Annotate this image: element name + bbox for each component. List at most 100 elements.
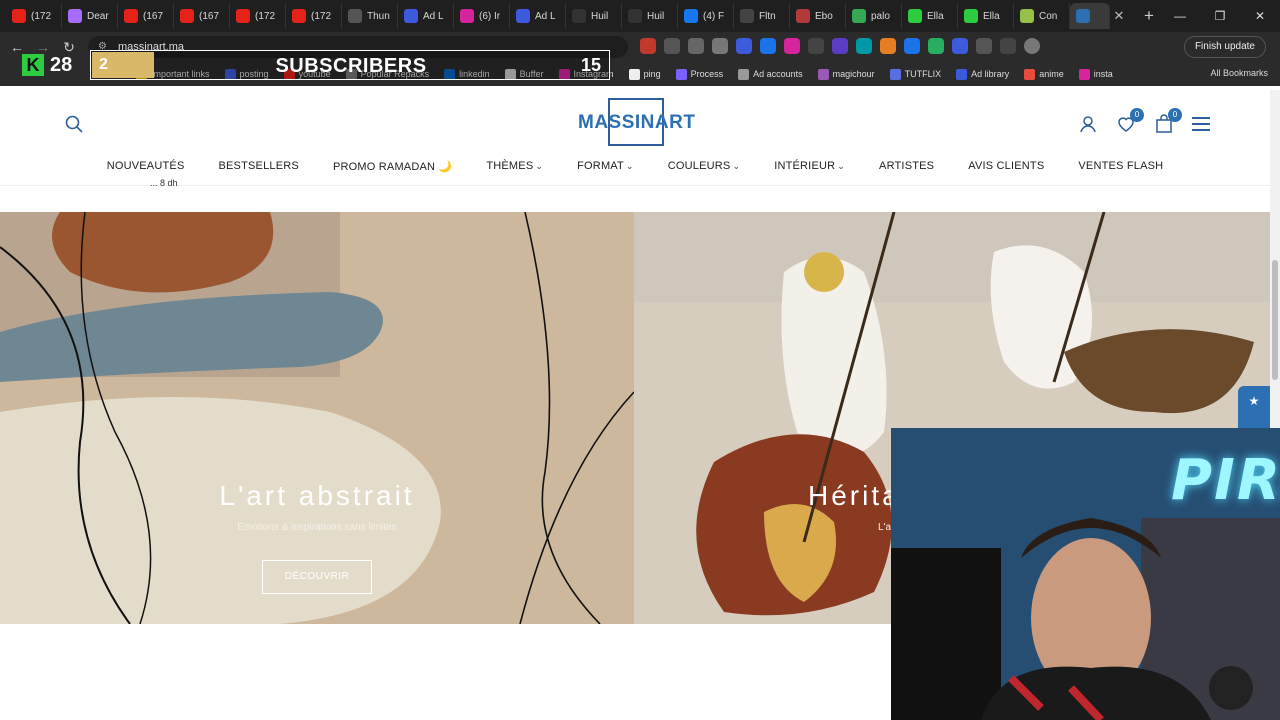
- tab-label: Ebo: [815, 10, 833, 22]
- close-tab-icon[interactable]: ✕: [1110, 8, 1128, 24]
- tab-favicon-icon: [852, 9, 866, 23]
- nav-item[interactable]: ARTISTES: [879, 160, 934, 173]
- nav-item-label: AVIS CLIENTS: [968, 160, 1045, 172]
- tab-label: Con: [1039, 10, 1058, 22]
- bookmark-item[interactable]: insta: [1078, 68, 1113, 80]
- extension-icon[interactable]: [784, 38, 800, 54]
- cart-button[interactable]: 0: [1154, 108, 1182, 134]
- browser-tab[interactable]: Ella: [902, 3, 958, 29]
- browser-tab[interactable]: palo: [846, 3, 902, 29]
- site-logo[interactable]: MASSINART: [578, 98, 696, 148]
- browser-tab[interactable]: (167: [174, 3, 230, 29]
- nav-item[interactable]: THÈMES ⌄: [486, 160, 543, 173]
- tab-label: (172: [31, 10, 52, 22]
- active-tab[interactable]: [1070, 3, 1110, 29]
- panel-title: Hérita: [808, 480, 901, 511]
- tab-label: Dear: [87, 10, 109, 22]
- nav-item[interactable]: INTÉRIEUR ⌄: [774, 160, 845, 173]
- extension-icon[interactable]: [904, 38, 920, 54]
- browser-tab[interactable]: Ebo: [790, 3, 846, 29]
- extension-icon[interactable]: [736, 38, 752, 54]
- account-icon[interactable]: [1078, 114, 1098, 134]
- browser-tab[interactable]: Fltn: [734, 3, 790, 29]
- bookmark-label: Process: [690, 69, 724, 79]
- browser-tab[interactable]: Ad L: [510, 3, 566, 29]
- nav-item-label: INTÉRIEUR: [774, 160, 836, 172]
- profile-icon[interactable]: [1024, 38, 1040, 54]
- browser-tab[interactable]: (167: [118, 3, 174, 29]
- wishlist-button[interactable]: 0: [1116, 108, 1144, 134]
- tab-label: (6) Ir: [479, 10, 501, 22]
- bookmark-item[interactable]: TUTFLIX: [889, 68, 941, 80]
- extension-icon[interactable]: [688, 38, 704, 54]
- bookmark-item[interactable]: anime: [1024, 68, 1064, 80]
- all-bookmarks-button[interactable]: All Bookmarks: [1210, 68, 1268, 78]
- browser-tab[interactable]: Thun: [342, 3, 398, 29]
- neon-sign: PIRL: [1171, 448, 1280, 513]
- extension-icon[interactable]: [928, 38, 944, 54]
- extension-icon[interactable]: [880, 38, 896, 54]
- extension-icon[interactable]: [808, 38, 824, 54]
- nav-item[interactable]: NOUVEAUTÉS: [107, 160, 185, 173]
- bookmark-label: magichour: [832, 69, 875, 79]
- bookmark-label: anime: [1039, 69, 1064, 79]
- tab-favicon-icon: [964, 9, 978, 23]
- extension-icon[interactable]: [760, 38, 776, 54]
- browser-tab[interactable]: (6) Ir: [454, 3, 510, 29]
- bookmark-item[interactable]: Ad library: [956, 68, 1009, 80]
- browser-tab[interactable]: Huil: [622, 3, 678, 29]
- nav-item[interactable]: FORMAT ⌄: [577, 160, 634, 173]
- puzzle-icon[interactable]: [976, 38, 992, 54]
- browser-tab[interactable]: (172: [286, 3, 342, 29]
- bookmark-item[interactable]: Process: [675, 68, 724, 80]
- chevron-down-icon: ⌄: [837, 161, 846, 171]
- extension-icon[interactable]: [640, 38, 656, 54]
- tab-label: (172: [255, 10, 276, 22]
- extension-icon[interactable]: [664, 38, 680, 54]
- maximize-icon[interactable]: ❐: [1200, 9, 1240, 23]
- hamburger-menu-icon[interactable]: [1192, 117, 1210, 135]
- bookmark-icon: [738, 68, 750, 80]
- bookmark-item[interactable]: magichour: [817, 68, 875, 80]
- chevron-down-icon: ⌄: [625, 161, 634, 171]
- nav-item[interactable]: AVIS CLIENTS: [968, 160, 1044, 173]
- tab-label: Thun: [367, 10, 390, 22]
- scrollbar-thumb[interactable]: [1272, 260, 1278, 380]
- browser-tab[interactable]: Dear: [62, 3, 118, 29]
- search-icon[interactable]: [64, 114, 84, 134]
- star-icon: ★: [1248, 394, 1260, 408]
- browser-tab[interactable]: (4) F: [678, 3, 734, 29]
- nav-item[interactable]: VENTES FLASH: [1078, 160, 1163, 173]
- nav-item[interactable]: BESTSELLERS: [218, 160, 298, 173]
- subscriber-count: 28: [50, 53, 73, 76]
- active-tab-favicon-icon: [1076, 9, 1090, 23]
- nav-item-label: PROMO RAMADAN 🌙: [332, 161, 453, 173]
- browser-tab[interactable]: (172: [6, 3, 62, 29]
- browser-tab[interactable]: Huil: [566, 3, 622, 29]
- tab-favicon-icon: [180, 9, 194, 23]
- nav-item[interactable]: COULEURS ⌄: [668, 160, 740, 173]
- browser-tab[interactable]: Con: [1014, 3, 1070, 29]
- nav-item[interactable]: PROMO RAMADAN 🌙: [333, 160, 452, 173]
- extension-icon[interactable]: [856, 38, 872, 54]
- extension-icon[interactable]: [952, 38, 968, 54]
- discover-button[interactable]: DÉCOUVRIR: [262, 560, 372, 594]
- collection-panel-abstract[interactable]: L'art abstrait Emotions & inspirations s…: [0, 212, 634, 624]
- browser-tab[interactable]: Ella: [958, 3, 1014, 29]
- minimize-icon[interactable]: —: [1160, 9, 1200, 23]
- bookmark-item[interactable]: Ad accounts: [738, 68, 803, 80]
- extension-icon[interactable]: [712, 38, 728, 54]
- logo-text: MASSINART: [578, 112, 696, 133]
- tab-favicon-icon: [236, 9, 250, 23]
- new-tab-icon[interactable]: +: [1144, 6, 1154, 26]
- tab-label: (4) F: [703, 10, 725, 22]
- finish-update-button[interactable]: Finish update: [1183, 36, 1266, 58]
- nav-item-label: NOUVEAUTÉS: [106, 160, 185, 172]
- browser-tab[interactable]: (172: [230, 3, 286, 29]
- media-icon[interactable]: [1000, 38, 1016, 54]
- tab-favicon-icon: [796, 9, 810, 23]
- bookmark-item[interactable]: ping: [628, 68, 661, 80]
- extension-icon[interactable]: [832, 38, 848, 54]
- browser-tab[interactable]: Ad L: [398, 3, 454, 29]
- close-window-icon[interactable]: ✕: [1240, 9, 1280, 23]
